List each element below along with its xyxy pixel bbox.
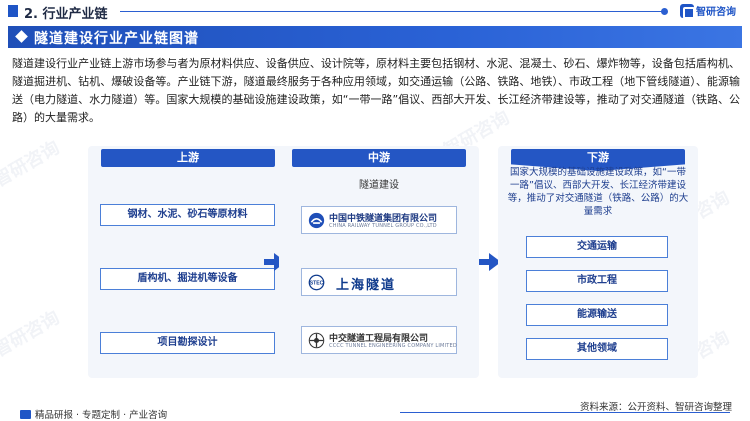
- midstream-panel: 中游 隧道建设 中国中铁隧道集团有限公司 CHINA RAILWAY TUNNE…: [279, 146, 479, 378]
- header-divider: [120, 11, 665, 12]
- downstream-item: 交通运输: [526, 236, 668, 258]
- upstream-item: 盾构机、掘进机等设备: [100, 268, 275, 290]
- intro-paragraph: 隧道建设行业产业链上游市场参与者为原材料供应、设备供应、设计院等，原材料主要包括…: [12, 57, 740, 124]
- brand-name: 智研咨询: [696, 7, 736, 18]
- upstream-panel: 上游 钢材、水泥、砂石等原材料 盾构机、掘进机等设备 项目勘探设计: [88, 146, 288, 378]
- upstream-item: 项目勘探设计: [100, 332, 275, 354]
- page-title: 隧道建设行业产业链图谱: [34, 31, 199, 47]
- upstream-item: 钢材、水泥、砂石等原材料: [100, 204, 275, 226]
- company-logo-stec: STEC 上海隧道: [301, 268, 457, 296]
- company-name-en: CCCC TUNNEL ENGINEERING COMPANY LIMITED: [329, 343, 457, 349]
- company-name: 上海隧道: [336, 278, 397, 293]
- brand-logo-icon: [680, 3, 695, 19]
- midstream-subtitle: 隧道建设: [359, 180, 399, 191]
- source-note: 资料来源：公开资料、智研咨询整理: [579, 402, 732, 413]
- downstream-item: 市政工程: [526, 270, 668, 292]
- watermark: 智研咨询: [0, 307, 64, 362]
- footer-tagline-text: 精品研报 · 专题定制 · 产业咨询: [35, 410, 168, 421]
- diamond-icon: [15, 30, 28, 43]
- book-icon: [20, 409, 31, 419]
- footer-divider: [400, 412, 730, 413]
- downstream-item: 能源输送: [526, 304, 668, 326]
- stec-badge: STEC: [310, 281, 324, 287]
- stec-emblem-icon: STEC: [308, 274, 325, 291]
- cccc-emblem-icon: [308, 332, 325, 349]
- downstream-panel: 下游 国家大规模的基础设施建设政策，如“一带一路”倡议、西部大开发、长江经济带建…: [498, 146, 698, 378]
- header-divider-dot: [661, 8, 668, 15]
- downstream-description: 国家大规模的基础设施建设政策，如“一带一路”倡议、西部大开发、长江经济带建设等，…: [507, 167, 689, 217]
- crtg-emblem-icon: [308, 212, 325, 229]
- upstream-title: 上游: [101, 149, 275, 167]
- section-marker-icon: [8, 5, 18, 17]
- watermark: 智研咨询: [0, 137, 64, 192]
- section-title: 2. 行业产业链: [24, 7, 108, 22]
- footer-tagline: 精品研报 · 专题定制 · 产业咨询: [20, 407, 167, 421]
- midstream-title: 中游: [292, 149, 466, 167]
- company-logo-cccc: 中交隧道工程局有限公司 CCCC TUNNEL ENGINEERING COMP…: [301, 326, 457, 354]
- company-logo-crtg: 中国中铁隧道集团有限公司 CHINA RAILWAY TUNNEL GROUP …: [301, 206, 457, 234]
- title-banner: 隧道建设行业产业链图谱: [8, 26, 742, 48]
- downstream-item: 其他领域: [526, 338, 668, 360]
- company-name-en: CHINA RAILWAY TUNNEL GROUP CO.,LTD: [329, 223, 437, 229]
- brand-logo: 智研咨询: [680, 3, 736, 19]
- top-header: 2. 行业产业链 智研咨询: [0, 0, 750, 22]
- page-footer: 精品研报 · 专题定制 · 产业咨询 资料来源：公开资料、智研咨询整理: [0, 399, 750, 421]
